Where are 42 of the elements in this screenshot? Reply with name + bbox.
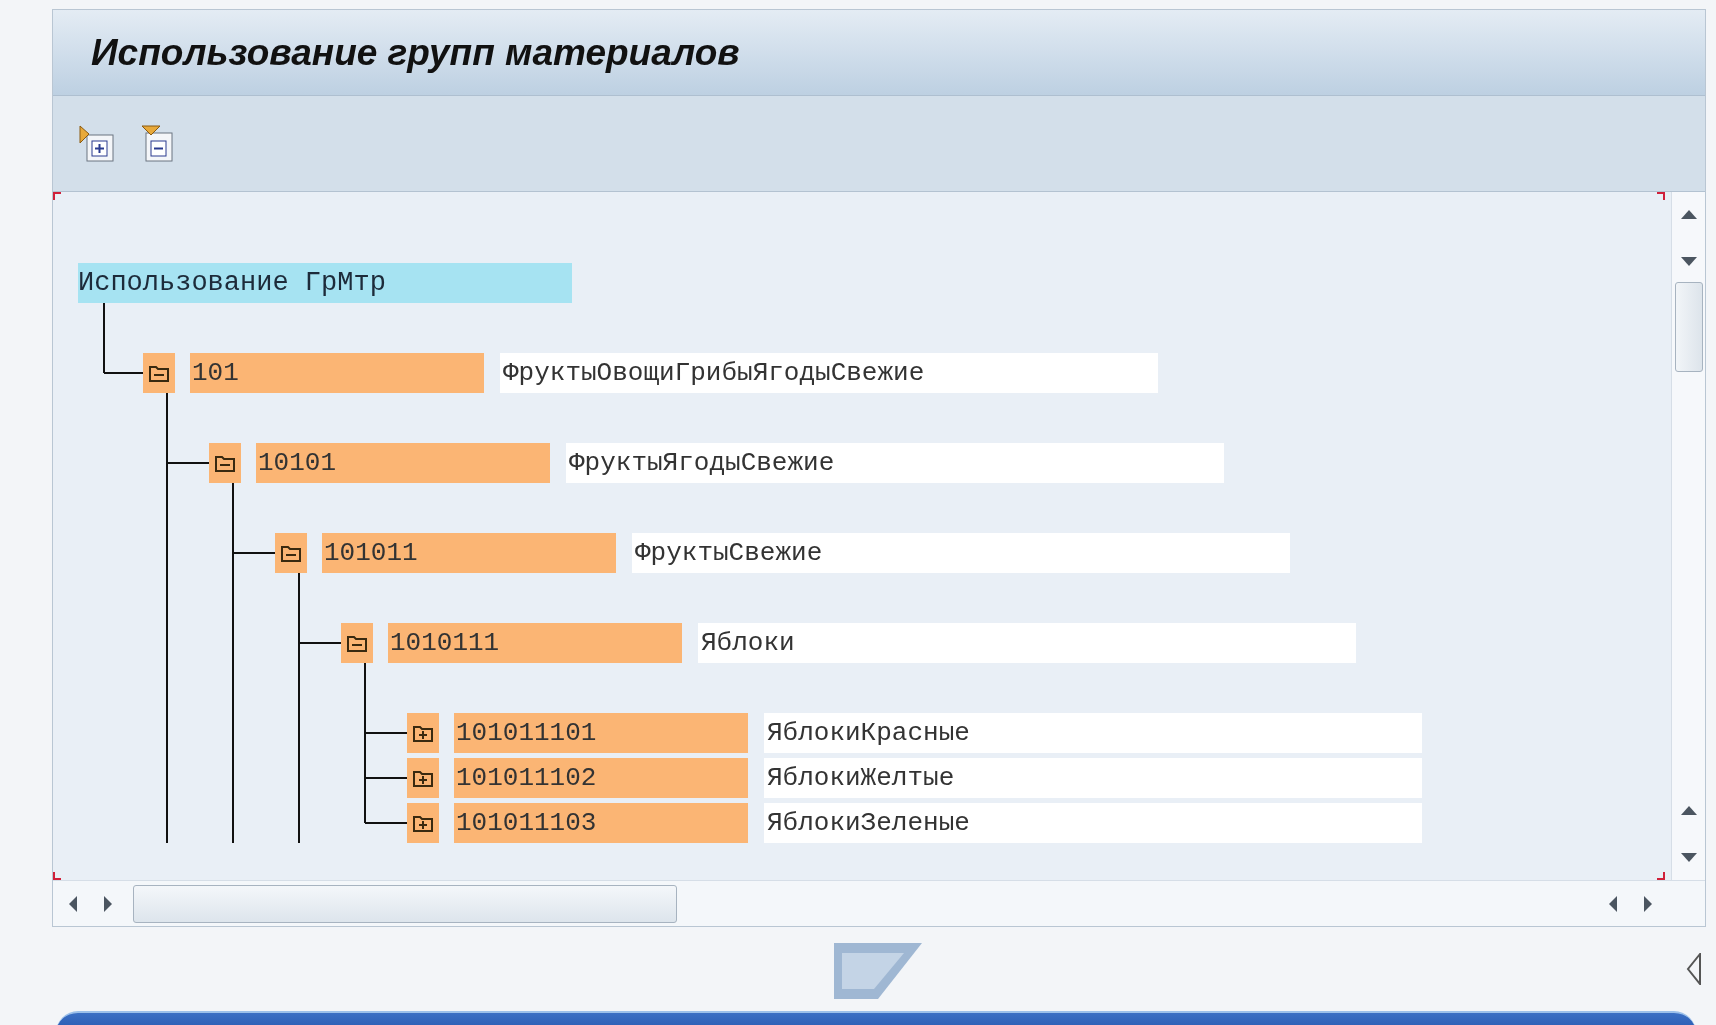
folder-collapse-icon[interactable]: [143, 353, 175, 393]
group-description: ЯблокиЗеленые: [764, 803, 1422, 843]
folder-expand-icon[interactable]: [407, 713, 439, 753]
connector-line: [103, 302, 144, 374]
group-code[interactable]: 101011102: [454, 758, 748, 798]
scroll-thumb[interactable]: [1674, 282, 1703, 372]
group-description: ЯблокиКрасные: [764, 713, 1422, 753]
up-arrow-icon: [1680, 209, 1697, 219]
tree-root[interactable]: Использование ГрМтр: [78, 263, 572, 303]
vertical-scrollbar[interactable]: [1671, 192, 1705, 880]
group-code[interactable]: 101011101: [454, 713, 748, 753]
logo-icon: [834, 943, 922, 999]
up-arrow-icon: [1680, 805, 1697, 815]
collapse-all-icon[interactable]: [140, 124, 176, 163]
expand-all-icon[interactable]: [79, 124, 115, 163]
group-description: ЯблокиЖелтые: [764, 758, 1422, 798]
folder-expand-icon[interactable]: [407, 803, 439, 843]
left-arrow-icon: [67, 895, 77, 912]
group-code[interactable]: 101: [190, 353, 484, 393]
folder-collapse-icon[interactable]: [275, 533, 307, 573]
group-description: ФруктыОвощиГрибыЯгодыСвежие: [500, 353, 1158, 393]
corner-mark: [1657, 192, 1665, 200]
down-arrow-icon: [1680, 257, 1697, 267]
group-code[interactable]: 10101: [256, 443, 550, 483]
group-description: ФруктыЯгодыСвежие: [566, 443, 1224, 483]
group-description: Яблоки: [698, 623, 1356, 663]
group-code[interactable]: 1010111: [388, 623, 682, 663]
right-arrow-icon: [1643, 895, 1653, 912]
folder-collapse-icon[interactable]: [209, 443, 241, 483]
left-arrow-icon: [1607, 895, 1617, 912]
down-arrow-icon: [1680, 853, 1697, 863]
horizontal-scrollbar[interactable]: [53, 880, 1705, 926]
window-title: Использование групп материалов: [91, 30, 740, 75]
group-code[interactable]: 101011: [322, 533, 616, 573]
folder-collapse-icon[interactable]: [341, 623, 373, 663]
corner-mark: [53, 192, 61, 200]
group-description: ФруктыСвежие: [632, 533, 1290, 573]
collapse-arrow-icon[interactable]: [1686, 953, 1702, 985]
right-arrow-icon: [103, 895, 113, 912]
folder-expand-icon[interactable]: [407, 758, 439, 798]
group-code[interactable]: 101011103: [454, 803, 748, 843]
scroll-thumb[interactable]: [133, 884, 677, 923]
